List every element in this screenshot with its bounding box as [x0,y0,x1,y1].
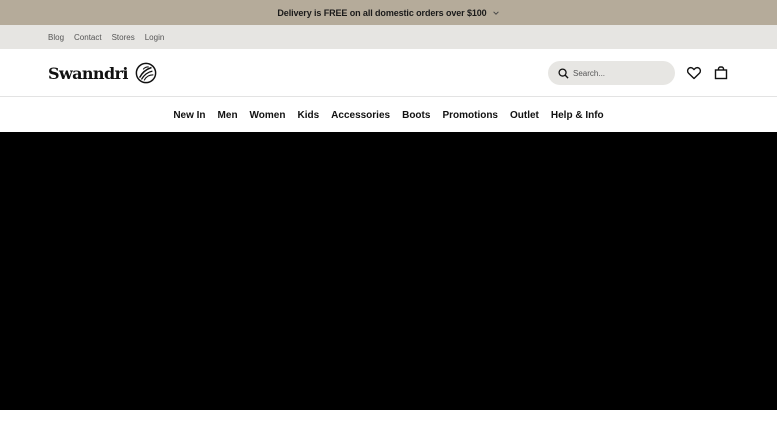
swanndri-bird-emblem-icon [135,62,157,84]
nav-item-help-info[interactable]: Help & Info [551,110,604,121]
promo-text: Delivery is FREE on all domestic orders … [277,7,487,18]
site-header: Swanndri [0,49,777,97]
utility-link-contact[interactable]: Contact [74,33,102,42]
site-logo[interactable]: Swanndri [48,62,157,84]
bag-icon[interactable] [713,65,729,81]
nav-item-outlet[interactable]: Outlet [510,110,539,121]
nav-item-men[interactable]: Men [218,110,238,121]
utility-link-login[interactable]: Login [145,33,165,42]
main-navigation: New In Men Women Kids Accessories Boots … [0,98,777,132]
nav-item-kids[interactable]: Kids [297,110,319,121]
nav-item-new-in[interactable]: New In [173,110,205,121]
search-box[interactable] [548,61,675,85]
utility-bar: Blog Contact Stores Login [0,25,777,49]
search-icon[interactable] [558,67,569,79]
heart-icon[interactable] [686,65,702,81]
utility-link-stores[interactable]: Stores [112,33,135,42]
logo-text: Swanndri [48,63,128,83]
promo-banner[interactable]: Delivery is FREE on all domestic orders … [0,0,777,25]
hero-banner[interactable] [0,132,777,410]
nav-item-promotions[interactable]: Promotions [442,110,498,121]
chevron-down-icon[interactable] [492,9,500,17]
utility-link-blog[interactable]: Blog [48,33,64,42]
nav-item-women[interactable]: Women [250,110,286,121]
nav-item-accessories[interactable]: Accessories [331,110,390,121]
nav-item-boots[interactable]: Boots [402,110,430,121]
search-input[interactable] [573,68,663,78]
